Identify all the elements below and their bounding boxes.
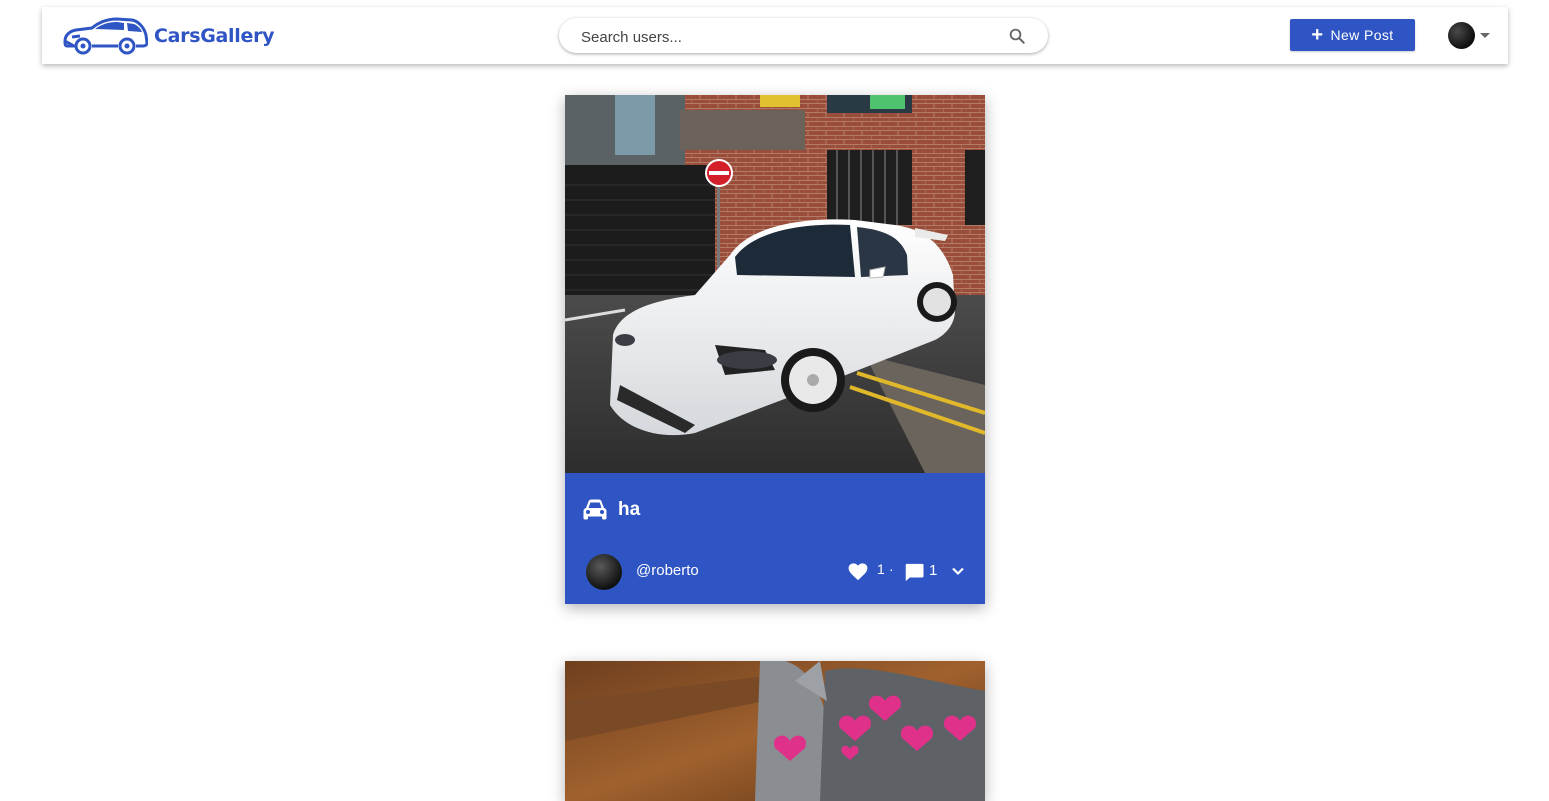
post-image[interactable] xyxy=(565,95,985,473)
caret-down-icon[interactable] xyxy=(1480,33,1490,38)
plus-icon: + xyxy=(1311,24,1324,46)
car-logo-icon xyxy=(63,17,148,55)
heart-icon[interactable] xyxy=(848,563,868,581)
top-navbar: CarsGallery + New Post xyxy=(42,7,1508,64)
post-author[interactable]: @roberto xyxy=(636,562,699,579)
stats-separator: · xyxy=(889,561,894,577)
post-image[interactable] xyxy=(565,661,985,801)
logo[interactable]: CarsGallery xyxy=(62,15,275,57)
comment-icon[interactable] xyxy=(904,563,924,582)
post-title[interactable]: ha xyxy=(618,499,640,521)
car-icon xyxy=(583,499,607,520)
user-avatar[interactable] xyxy=(1448,22,1475,49)
chevron-down-icon[interactable] xyxy=(951,564,965,578)
search-bar xyxy=(559,18,1048,53)
author-avatar[interactable] xyxy=(586,554,622,590)
post-card xyxy=(565,661,985,801)
search-icon[interactable] xyxy=(1008,27,1026,45)
post-footer: ha @roberto 1 · 1 xyxy=(565,473,985,604)
new-post-button[interactable]: + New Post xyxy=(1290,19,1415,51)
likes-count: 1 xyxy=(877,561,885,577)
app-name[interactable]: CarsGallery xyxy=(154,25,275,47)
comments-count: 1 xyxy=(929,562,938,579)
search-input[interactable] xyxy=(579,24,983,50)
new-post-label: New Post xyxy=(1330,27,1394,43)
post-card: ha @roberto 1 · 1 xyxy=(565,95,985,604)
